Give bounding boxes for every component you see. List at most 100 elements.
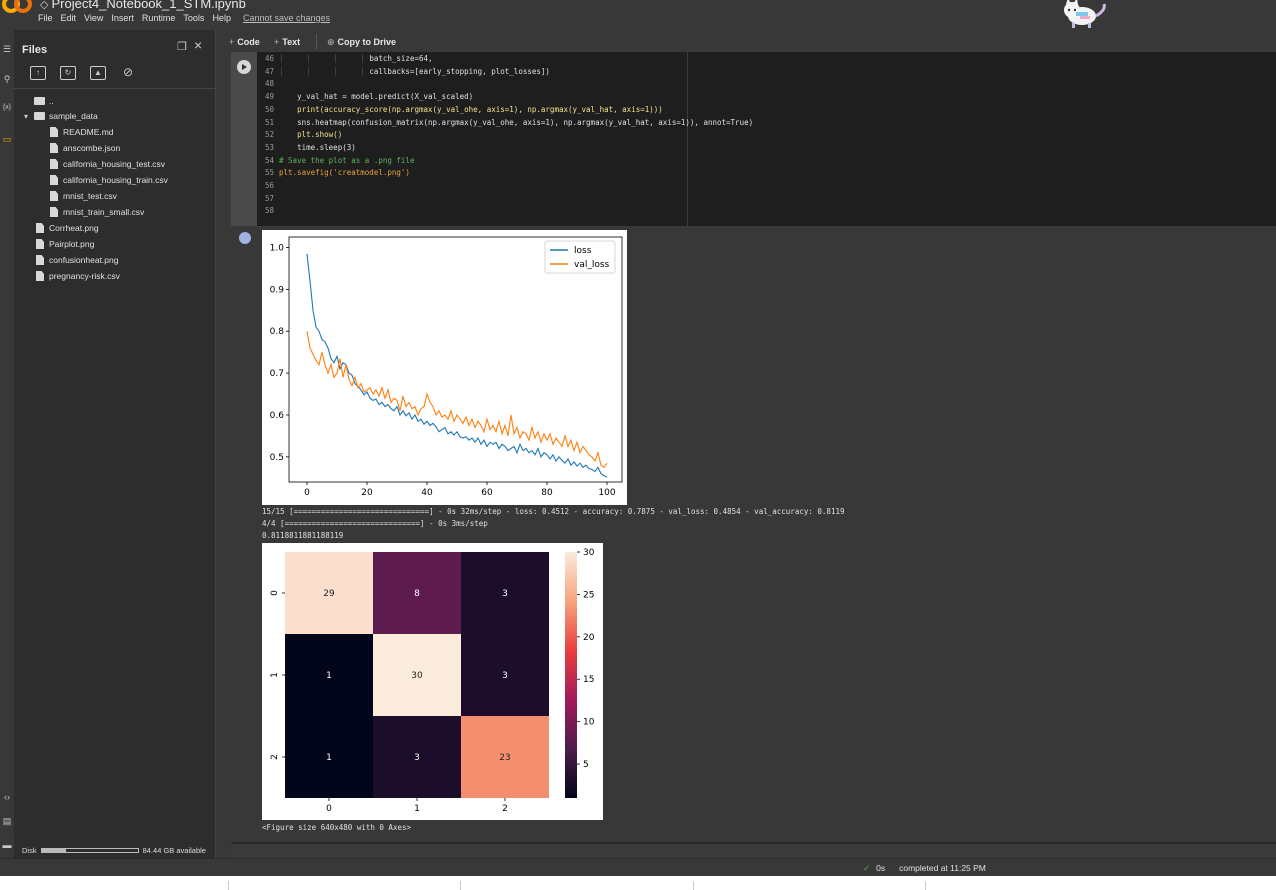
upload-icon[interactable]: ↑ <box>30 66 46 80</box>
y-tick-label: 0.8 <box>270 327 285 337</box>
open-in-window-icon[interactable]: ❐ <box>177 40 187 53</box>
menu-tools[interactable]: Tools <box>183 13 204 23</box>
file-icon <box>36 223 44 233</box>
terminal-icon[interactable]: ▬ <box>0 840 14 850</box>
disk-usage-fill <box>41 849 66 852</box>
code-snippets-icon[interactable]: ‹› <box>0 792 14 802</box>
file-icon <box>50 207 58 217</box>
heatmap-cell-value: 3 <box>414 753 420 763</box>
notebook-title[interactable]: ◇ Project4_Notebook_1_STM.ipynb <box>40 0 246 11</box>
predict-log-line: 4/4 [==============================] - 0… <box>262 519 488 528</box>
status-bar: ✓ 0s completed at 11:25 PM <box>0 858 1276 876</box>
file-icon <box>50 143 58 153</box>
disk-usage: Disk 84.44 GB available <box>22 846 206 855</box>
colorbar-tick-label: 25 <box>583 590 594 600</box>
code-line: 57 <box>264 193 274 203</box>
add-code-button[interactable]: + Code <box>229 37 260 47</box>
file-tree-item[interactable]: mnist_test.csv <box>50 189 117 203</box>
files-toolbar: ↑ ↻ ▲ ⊘ <box>30 66 136 80</box>
menu-insert[interactable]: Insert <box>111 13 134 23</box>
disk-available: 84.44 GB available <box>142 846 206 855</box>
file-tree-item[interactable]: confusionheat.png <box>36 253 118 267</box>
mount-drive-icon[interactable]: ▲ <box>90 66 106 80</box>
file-tree-item[interactable]: Corrheat.png <box>36 221 99 235</box>
drive-icon: ◇ <box>40 0 49 11</box>
series-line-loss <box>306 253 608 478</box>
plus-icon: + <box>229 37 235 47</box>
files-folder-icon[interactable]: ▭ <box>0 134 14 145</box>
menu-runtime[interactable]: Runtime <box>142 13 176 23</box>
colorbar-tick-label: 10 <box>583 718 595 728</box>
confusion-heatmap: 29 8 31 30 31 3 230 1 2012 51015202530 <box>262 543 603 820</box>
execution-status[interactable]: ✓ 0s completed at 11:25 PM <box>863 863 986 874</box>
top-bar: ◇ Project4_Notebook_1_STM.ipynb File Edit… <box>0 0 1276 30</box>
code-line: 48 <box>264 79 274 89</box>
divider <box>228 881 229 890</box>
x-tick-label: 20 <box>361 488 373 498</box>
disk-usage-bar <box>40 848 139 853</box>
loss-line-chart: 0 20 40 60 80 100 0.5 0.6 0.7 0.8 0.9 1.0 loss val_l… <box>262 230 627 505</box>
x-tick-label: 0 <box>326 804 332 814</box>
file-tree-item[interactable]: .. <box>24 94 54 108</box>
menu-view[interactable]: View <box>84 13 103 23</box>
colorbar-tick-label: 20 <box>583 633 595 643</box>
toc-icon[interactable]: ☰ <box>0 44 14 55</box>
file-icon <box>50 159 58 169</box>
x-tick-label: 60 <box>481 488 493 498</box>
file-tree-item[interactable]: california_housing_train.csv <box>50 173 168 187</box>
save-warning-link[interactable]: Cannot save changes <box>243 13 330 23</box>
code-line: 53 time.sleep(3) <box>264 142 356 152</box>
code-line: 58 <box>264 206 274 216</box>
chevron-down-icon[interactable]: ▾ <box>24 110 34 124</box>
code-line: 50 print(accuracy_score(np.argmax(y_val_… <box>264 104 663 114</box>
y-tick-label: 0.5 <box>270 453 284 463</box>
taskbar-strip <box>0 876 1276 890</box>
file-tree-item[interactable]: pregnancy-risk.csv <box>36 269 120 283</box>
figure-size-output: <Figure size 640x480 with 0 Axes> <box>262 823 412 832</box>
output-settings-icon[interactable] <box>239 232 251 244</box>
file-icon <box>50 175 58 185</box>
y-tick-label: 2 <box>270 754 280 760</box>
heatmap-cell-value: 30 <box>411 671 423 681</box>
code-line: 56 <box>264 181 274 190</box>
y-tick-label: 0.6 <box>270 411 285 421</box>
search-icon[interactable]: ⚲ <box>0 74 14 85</box>
menu-edit[interactable]: Edit <box>61 13 77 23</box>
heatmap-cell-value: 23 <box>499 753 510 763</box>
command-palette-icon[interactable]: ▤ <box>0 816 14 827</box>
drive-copy-icon: ⊕ <box>327 37 335 47</box>
divider <box>14 88 216 89</box>
x-tick-label: 1 <box>414 804 420 814</box>
y-tick-label: 0.9 <box>270 285 285 295</box>
notebook-toolbar: + Code + Text ⊕ Copy to Drive <box>217 30 1276 52</box>
run-cell-button[interactable] <box>237 60 251 74</box>
files-panel-title: Files <box>22 44 48 56</box>
file-tree-item[interactable]: california_housing_test.csv <box>50 157 165 171</box>
menu-file[interactable]: File <box>38 13 53 23</box>
file-icon <box>50 191 58 201</box>
next-cell[interactable] <box>231 842 1276 858</box>
y-tick-label: 1.0 <box>270 243 285 253</box>
file-tree-item[interactable]: anscombe.json <box>50 141 120 155</box>
refresh-icon[interactable]: ↻ <box>60 66 76 80</box>
file-icon <box>36 239 44 249</box>
hide-files-icon[interactable]: ⊘ <box>120 66 136 80</box>
variables-icon[interactable]: {x} <box>0 104 14 111</box>
add-text-button[interactable]: + Text <box>274 37 300 47</box>
divider <box>925 881 926 890</box>
menu-help[interactable]: Help <box>212 13 231 23</box>
colab-logo[interactable] <box>2 0 32 14</box>
file-tree-item[interactable]: ▾ sample_data <box>24 109 98 123</box>
colorbar <box>565 552 577 798</box>
close-icon[interactable]: × <box>194 37 202 53</box>
file-icon <box>36 271 44 281</box>
copy-to-drive-button[interactable]: ⊕ Copy to Drive <box>327 37 396 48</box>
legend-label: loss <box>574 246 592 256</box>
divider <box>316 34 317 50</box>
file-tree-item[interactable]: mnist_train_small.csv <box>50 205 144 219</box>
file-tree-item[interactable]: Pairplot.png <box>36 237 94 251</box>
heatmap-cell-value: 1 <box>326 671 332 681</box>
file-tree-item[interactable]: README.md <box>50 125 114 139</box>
code-line: 49 y_val_hat = model.predict(X_val_scale… <box>264 92 474 102</box>
colorbar-tick-label: 30 <box>583 548 595 558</box>
